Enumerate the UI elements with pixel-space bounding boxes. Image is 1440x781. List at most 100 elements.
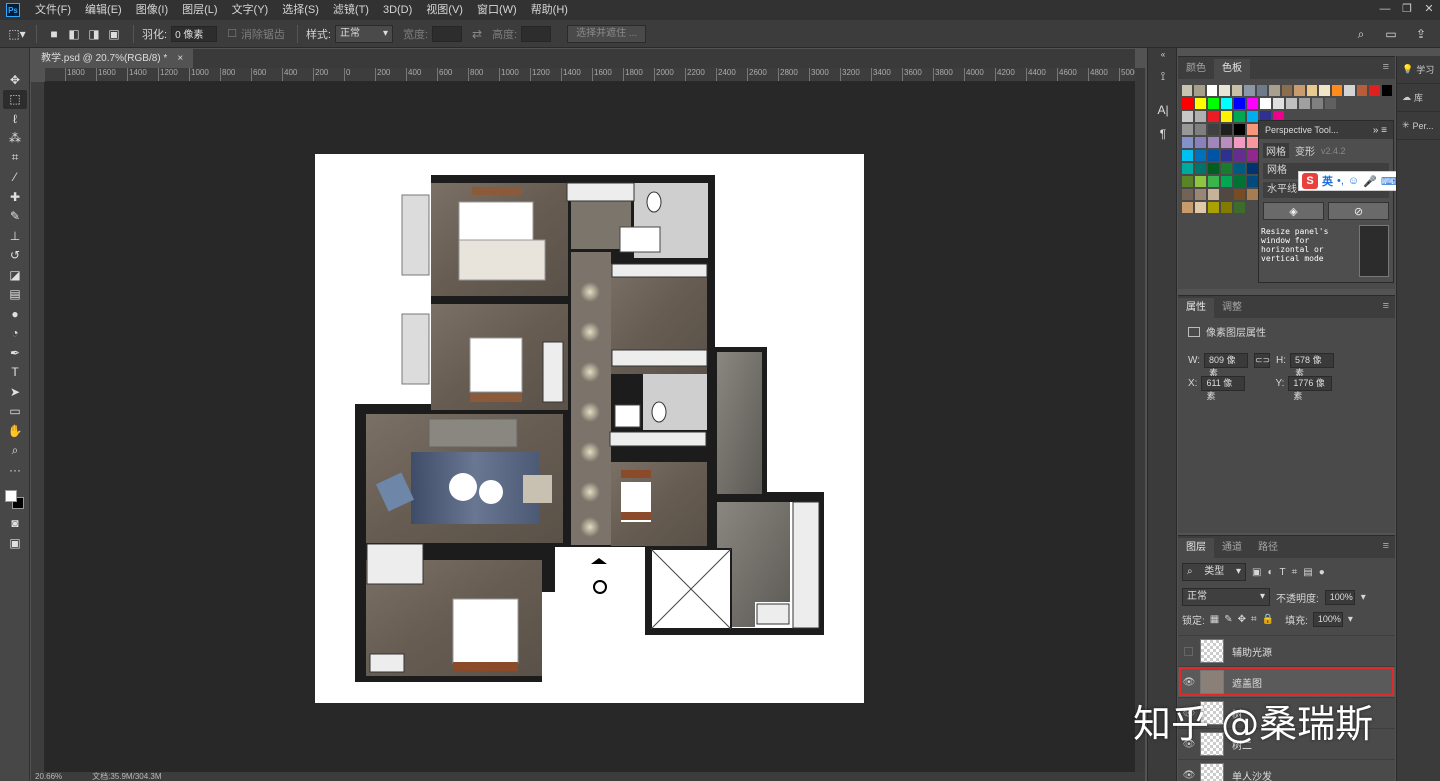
color-swatch[interactable]: [1221, 163, 1232, 174]
color-swatch[interactable]: [1195, 163, 1206, 174]
color-swatch[interactable]: [1381, 85, 1392, 96]
clone-stamp-tool-icon[interactable]: ⊥: [3, 226, 27, 246]
tab-properties[interactable]: 属性: [1178, 298, 1214, 318]
color-swatch[interactable]: [1195, 150, 1206, 161]
x-field[interactable]: 611 像素: [1201, 376, 1246, 401]
close-tab-icon[interactable]: ×: [177, 49, 183, 68]
color-swatch[interactable]: [1247, 176, 1258, 187]
lock-transparency-icon[interactable]: ▦: [1210, 614, 1219, 625]
expand-icon[interactable]: » ≡: [1373, 125, 1387, 136]
color-swatch[interactable]: [1247, 111, 1258, 122]
healing-brush-tool-icon[interactable]: ✚: [3, 187, 27, 207]
opacity-field[interactable]: 100%: [1324, 589, 1355, 605]
color-swatch[interactable]: [1182, 150, 1193, 161]
color-swatch[interactable]: [1344, 85, 1355, 96]
color-swatch[interactable]: [1206, 85, 1218, 96]
chevron-down-icon[interactable]: ▾: [1348, 614, 1353, 625]
visibility-toggle[interactable]: [1184, 646, 1193, 656]
more-tools-icon[interactable]: ···: [3, 460, 27, 480]
foreground-color[interactable]: [5, 489, 17, 502]
menu-layer[interactable]: 图层(L): [175, 0, 224, 20]
tab-channels[interactable]: 通道: [1214, 538, 1250, 558]
color-swatch[interactable]: [1182, 124, 1193, 135]
blend-mode-select[interactable]: 正常 ▾: [1182, 588, 1270, 606]
rectangle-tool-icon[interactable]: ▭: [3, 402, 27, 422]
tab-layers[interactable]: 图层: [1178, 538, 1214, 558]
workspace-icon[interactable]: ▭: [1382, 25, 1400, 43]
color-swatch[interactable]: [1195, 124, 1206, 135]
width-field[interactable]: 809 像素: [1204, 353, 1249, 378]
color-swatch[interactable]: [1208, 176, 1219, 187]
color-swatch[interactable]: [1234, 202, 1245, 213]
y-field[interactable]: 1776 像素: [1288, 376, 1333, 401]
crop-tool-icon[interactable]: ⌗: [3, 148, 27, 168]
color-swatch[interactable]: [1208, 163, 1219, 174]
color-swatch[interactable]: [1247, 189, 1258, 200]
lock-artboard-icon[interactable]: ⌗: [1251, 614, 1257, 625]
intersect-selection-icon[interactable]: ▣: [105, 25, 123, 43]
color-swatch[interactable]: [1208, 98, 1219, 109]
color-swatch[interactable]: [1221, 124, 1232, 135]
color-swatch[interactable]: [1294, 85, 1305, 96]
menu-3d[interactable]: 3D(D): [376, 0, 419, 20]
menu-file[interactable]: 文件(F): [28, 0, 78, 20]
color-swatch[interactable]: [1208, 111, 1219, 122]
eye-icon[interactable]: 👁: [1178, 677, 1200, 688]
panel-menu-icon[interactable]: ≡: [1383, 300, 1389, 312]
color-swatch[interactable]: [1306, 85, 1318, 96]
color-swatch[interactable]: [1208, 189, 1219, 200]
pen-tool-icon[interactable]: ✒: [3, 343, 27, 363]
type-tool-icon[interactable]: T: [3, 363, 27, 383]
tab-transform[interactable]: 变形: [1295, 143, 1315, 158]
color-swatch[interactable]: [1325, 98, 1336, 109]
zoom-level[interactable]: 20.66%: [35, 772, 62, 781]
color-swatch[interactable]: [1182, 176, 1193, 187]
color-swatch[interactable]: [1221, 189, 1232, 200]
tab-adjustments[interactable]: 调整: [1214, 298, 1250, 318]
history-brush-tool-icon[interactable]: ↺: [3, 246, 27, 266]
color-swatch[interactable]: [1234, 98, 1245, 109]
color-swatch[interactable]: [1244, 85, 1255, 96]
color-swatch[interactable]: [1182, 98, 1193, 109]
canvas-area[interactable]: [45, 82, 1135, 772]
color-swatch[interactable]: [1247, 137, 1258, 148]
color-swatch[interactable]: [1208, 202, 1219, 213]
learn-item[interactable]: 💡 学习: [1397, 56, 1440, 84]
menu-type[interactable]: 文字(Y): [225, 0, 276, 20]
color-swatch[interactable]: [1182, 137, 1193, 148]
color-swatch[interactable]: [1247, 124, 1258, 135]
link-icon[interactable]: ⊂⊃: [1254, 353, 1270, 368]
layer-row[interactable]: 👁 单人沙发: [1178, 759, 1395, 781]
menu-filter[interactable]: 滤镜(T): [326, 0, 376, 20]
perspective-item[interactable]: ✳ Per...: [1397, 112, 1440, 140]
lasso-tool-icon[interactable]: ℓ: [3, 109, 27, 129]
move-tool-icon[interactable]: ✥: [3, 70, 27, 90]
color-swatch[interactable]: [1247, 150, 1258, 161]
color-swatch[interactable]: [1247, 163, 1258, 174]
color-swatch[interactable]: [1286, 98, 1297, 109]
zoom-tool-icon[interactable]: ⌕: [3, 441, 27, 461]
color-swatch[interactable]: [1234, 163, 1245, 174]
color-swatch[interactable]: [1208, 150, 1219, 161]
color-swatch[interactable]: [1219, 85, 1230, 96]
tab-grid[interactable]: 网格: [1263, 143, 1289, 158]
filter-toggle-icon[interactable]: ●: [1319, 567, 1325, 578]
marquee-preset-icon[interactable]: ⬚▾: [8, 25, 26, 43]
filter-smart-icon[interactable]: ▤: [1303, 567, 1312, 578]
blur-tool-icon[interactable]: ●: [3, 304, 27, 324]
filter-type-icon[interactable]: T: [1280, 567, 1286, 578]
color-swatch[interactable]: [1221, 98, 1232, 109]
menu-window[interactable]: 窗口(W): [470, 0, 524, 20]
height-field[interactable]: 578 像素: [1290, 353, 1335, 378]
color-swatch[interactable]: [1273, 98, 1284, 109]
eyedropper-tool-icon[interactable]: ⁄: [3, 168, 27, 188]
antialias-checkbox[interactable]: ☐: [227, 27, 237, 40]
quick-mask-icon[interactable]: ◙: [3, 514, 27, 534]
lock-move-icon[interactable]: ✥: [1238, 614, 1246, 625]
color-swatch[interactable]: [1356, 85, 1368, 96]
color-swatch[interactable]: [1369, 85, 1380, 96]
color-swatch[interactable]: [1281, 85, 1293, 96]
color-swatch[interactable]: [1234, 137, 1245, 148]
color-swatch[interactable]: [1234, 150, 1245, 161]
menu-image[interactable]: 图像(I): [129, 0, 175, 20]
